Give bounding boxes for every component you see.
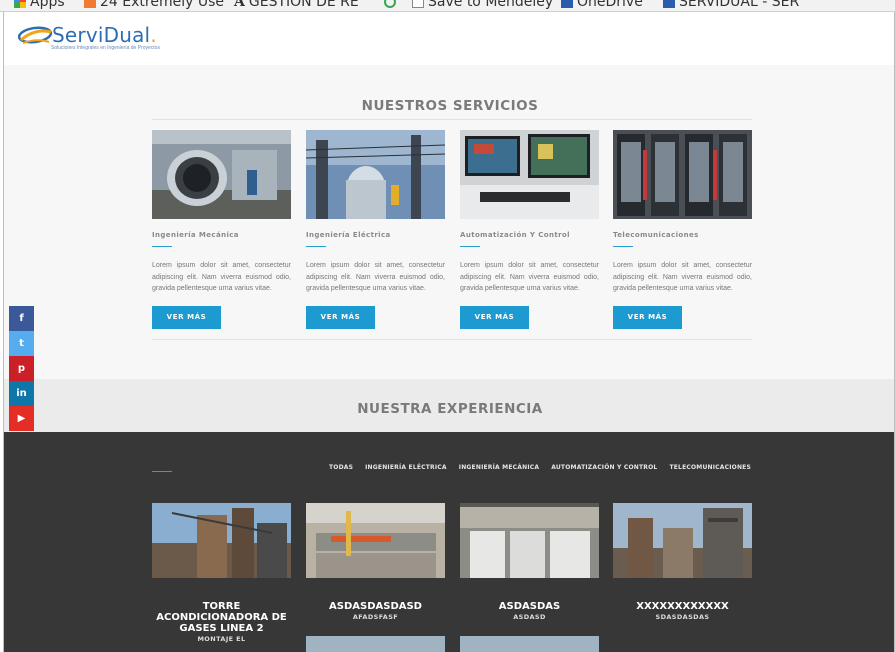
bookmark-label: Save to Mendeley: [428, 0, 554, 10]
logo-tagline: Soluciones Integrales en Ingeniería de P…: [51, 45, 160, 51]
service-image-telecom[interactable]: [613, 130, 752, 219]
servidual-logo[interactable]: ServiDual. Soluciones Integrales en Inge…: [17, 21, 177, 55]
experience-title: NUESTRA EXPERIENCIA: [357, 401, 543, 417]
portfolio-filters: TODAS INGENIERÍA ELÉCTRICA INGENIERÍA ME…: [329, 464, 751, 471]
browser-viewport: ServiDual. Soluciones Integrales en Inge…: [3, 12, 895, 652]
logo-wordmark: ServiDual.: [52, 23, 157, 47]
filter-automatizacion-control[interactable]: AUTOMATIZACIÓN Y CONTROL: [551, 464, 657, 471]
bookmark-label: SERVIDUAL - SER: [679, 0, 800, 10]
ver-mas-button[interactable]: VER MÁS: [152, 305, 221, 329]
site-header: ServiDual. Soluciones Integrales en Inge…: [4, 12, 894, 65]
service-name: Telecomunicaciones: [613, 231, 699, 239]
project-image-next[interactable]: [460, 636, 599, 652]
service-card: Telecomunicaciones Lorem ipsum dolor sit…: [613, 130, 752, 329]
bookmark-item[interactable]: A GESTIÓN DE RE: [234, 0, 359, 11]
twitter-icon[interactable]: t: [9, 331, 34, 356]
project-title: ASDASDAS: [498, 601, 561, 612]
project-card[interactable]: TORRE ACONDICIONADORA DE GASES LINEA 2 M…: [152, 503, 291, 643]
facebook-icon[interactable]: f: [9, 306, 34, 331]
accent-bar: [152, 471, 172, 472]
youtube-icon[interactable]: ▶: [9, 406, 34, 431]
text-a-icon: A: [234, 0, 245, 10]
experience-section: TODAS INGENIERÍA ELÉCTRICA INGENIERÍA ME…: [4, 432, 894, 652]
accent-bar: [306, 246, 326, 247]
service-image-electrica[interactable]: [306, 130, 445, 219]
project-image-next[interactable]: [306, 636, 445, 652]
filter-todas[interactable]: TODAS: [329, 464, 353, 471]
filter-ingenieria-electrica[interactable]: INGENIERÍA ELÉCTRICA: [365, 464, 447, 471]
filter-telecomunicaciones[interactable]: TELECOMUNICACIONES: [669, 464, 751, 471]
experience-header: NUESTRA EXPERIENCIA: [4, 379, 894, 432]
bookmark-item[interactable]: 24 Extremely Use: [84, 0, 224, 11]
service-card: Automatización Y Control Lorem ipsum dol…: [460, 130, 599, 329]
bookmark-favicon-icon: [84, 0, 96, 8]
service-description: Lorem ipsum dolor sit amet, consectetur …: [306, 262, 445, 292]
services-section: NUESTROS SERVICIOS Ingeniería Mecánica L…: [4, 65, 894, 379]
project-title: TORRE ACONDICIONADORA DE GASES LINEA 2: [156, 601, 287, 634]
services-title: NUESTROS SERVICIOS: [361, 98, 539, 114]
accent-bar: [460, 246, 480, 247]
project-subtitle: ASDASD: [513, 613, 546, 621]
project-card[interactable]: ASDASDAS ASDASD: [460, 503, 599, 621]
ver-mas-button[interactable]: VER MÁS: [460, 305, 529, 329]
filter-ingenieria-mecanica[interactable]: INGENIERÍA MECÁNICA: [459, 464, 539, 471]
accent-bar: [613, 246, 633, 247]
service-card: Ingeniería Mecánica Lorem ipsum dolor si…: [152, 130, 291, 329]
project-subtitle: AFADSFASF: [352, 613, 399, 621]
project-subtitle: SDASDASDAS: [655, 613, 710, 621]
bookmark-label: GESTIÓN DE RE: [248, 0, 359, 10]
project-image[interactable]: [152, 503, 291, 578]
service-description: Lorem ipsum dolor sit amet, consectetur …: [152, 262, 291, 292]
bookmark-label: OneDrive: [577, 0, 643, 10]
project-card[interactable]: XXXXXXXXXXXX SDASDASDAS: [613, 503, 752, 621]
onedrive-icon: [561, 0, 573, 8]
bookmark-item[interactable]: OneDrive: [561, 0, 643, 11]
services-bottom-divider: [152, 339, 752, 340]
bookmark-label: Apps: [30, 0, 65, 10]
project-image[interactable]: [613, 503, 752, 578]
service-name: Ingeniería Eléctrica: [306, 231, 391, 239]
bookmark-item[interactable]: SERVIDUAL - SER: [663, 0, 799, 11]
service-image-mecanica[interactable]: [152, 130, 291, 219]
accent-bar: [152, 246, 172, 247]
apps-grid-icon: [14, 0, 26, 8]
logo-swoosh-icon: [17, 26, 53, 44]
bookmark-item[interactable]: Save to Mendeley: [412, 0, 553, 11]
services-divider: [152, 119, 752, 120]
ver-mas-button[interactable]: VER MÁS: [613, 305, 682, 329]
project-subtitle: MONTAJE EL: [197, 635, 246, 643]
project-image[interactable]: [306, 503, 445, 578]
page-icon: [412, 0, 424, 8]
chrome-like-icon: [384, 0, 396, 8]
service-description: Lorem ipsum dolor sit amet, consectetur …: [613, 262, 752, 292]
project-image[interactable]: [460, 503, 599, 578]
service-description: Lorem ipsum dolor sit amet, consectetur …: [460, 262, 599, 292]
servidual-favicon-icon: [663, 0, 675, 8]
linkedin-icon[interactable]: in: [9, 381, 34, 406]
social-share-bar: f t p in ▶: [9, 306, 34, 431]
project-title: XXXXXXXXXXXX: [636, 601, 729, 612]
service-card: Ingeniería Eléctrica Lorem ipsum dolor s…: [306, 130, 445, 329]
bookmark-label: 24 Extremely Use: [100, 0, 224, 10]
bookmarks-bar: Apps 24 Extremely Use A GESTIÓN DE RE Sa…: [0, 0, 895, 12]
service-image-automatizacion[interactable]: [460, 130, 599, 219]
project-title: ASDASDASDASD: [329, 601, 422, 612]
bookmark-item[interactable]: [384, 0, 396, 11]
ver-mas-button[interactable]: VER MÁS: [306, 305, 375, 329]
service-name: Automatización Y Control: [460, 231, 570, 239]
pinterest-icon[interactable]: p: [9, 356, 34, 381]
service-name: Ingeniería Mecánica: [152, 231, 239, 239]
project-card[interactable]: ASDASDASDASD AFADSFASF: [306, 503, 445, 621]
bookmark-apps[interactable]: Apps: [14, 0, 65, 11]
